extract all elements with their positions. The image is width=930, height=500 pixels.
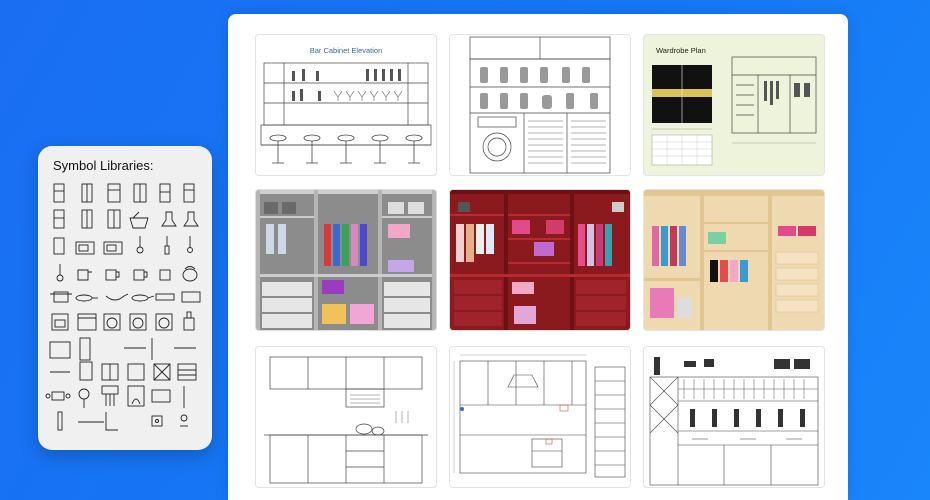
ladle-icon[interactable]: [136, 236, 144, 254]
spoon-icon[interactable]: [56, 264, 64, 282]
kettle-icon[interactable]: [77, 269, 92, 281]
pot-icon[interactable]: [50, 291, 72, 303]
template-red-closet[interactable]: [449, 189, 631, 331]
pan-icon[interactable]: [131, 294, 155, 302]
microwave-icon[interactable]: [75, 241, 95, 255]
dining-set-icon[interactable]: [45, 391, 71, 401]
fridge-icon[interactable]: [183, 183, 195, 203]
pan-icon[interactable]: [75, 294, 98, 302]
template-wardrobe-plan[interactable]: Wardrobe Plan: [643, 34, 825, 176]
outlet-icon[interactable]: [151, 415, 163, 427]
template-kitchen-elevation[interactable]: [255, 346, 437, 488]
fridge-icon[interactable]: [107, 183, 121, 203]
fridge-icon[interactable]: [133, 183, 147, 203]
washing-machine-icon[interactable]: [129, 313, 147, 331]
wok-icon[interactable]: [105, 293, 129, 301]
countertop-icon[interactable]: [49, 341, 71, 359]
stove-icon[interactable]: [153, 363, 171, 381]
range-hood-icon[interactable]: [183, 211, 199, 227]
kettle-icon[interactable]: [182, 266, 198, 282]
wardrobe-plan-title: Wardrobe Plan: [656, 46, 706, 55]
tv-icon[interactable]: [151, 389, 171, 403]
grill-icon[interactable]: [181, 291, 201, 303]
fridge-icon[interactable]: [159, 183, 171, 203]
template-wine-cabinet[interactable]: [643, 346, 825, 488]
faucet-icon[interactable]: [180, 414, 188, 427]
drawer-icon[interactable]: [177, 363, 197, 381]
fridge-icon[interactable]: [81, 209, 93, 229]
washing-machine-icon[interactable]: [103, 313, 121, 331]
l-counter-icon[interactable]: [78, 412, 118, 431]
fireplace-icon[interactable]: [127, 385, 145, 407]
mug-icon[interactable]: [105, 269, 120, 281]
range-hood-icon[interactable]: [161, 211, 177, 227]
mixer-icon[interactable]: [79, 361, 93, 381]
mug-icon[interactable]: [133, 269, 148, 281]
fridge-icon[interactable]: [53, 183, 65, 203]
bar-cabinet-title: Bar Cabinet Elevation: [310, 46, 383, 55]
spatula-icon[interactable]: [164, 236, 170, 255]
blender-icon[interactable]: [53, 237, 65, 255]
rack-icon[interactable]: [101, 385, 119, 406]
cooktop-icon[interactable]: [155, 293, 175, 301]
microwave-icon[interactable]: [103, 241, 123, 255]
basket-icon[interactable]: [129, 211, 149, 229]
panel-icon[interactable]: [79, 337, 91, 361]
fridge-icon[interactable]: [107, 209, 121, 229]
fridge-icon[interactable]: [81, 183, 93, 203]
template-gallery-panel: Bar Cabinet Elevation Wardrobe Plan: [228, 14, 848, 500]
sink-icon[interactable]: [101, 363, 119, 381]
template-laundry-cabinet[interactable]: [449, 34, 631, 176]
template-gray-closet[interactable]: [255, 189, 437, 331]
template-bar-cabinet-elevation[interactable]: Bar Cabinet Elevation: [255, 34, 437, 176]
plant-icon[interactable]: [78, 388, 90, 408]
template-kitchen-dimension-plan[interactable]: [449, 346, 631, 488]
dishwasher-icon[interactable]: [77, 313, 97, 331]
template-wood-closet[interactable]: [643, 189, 825, 331]
fridge-icon[interactable]: [53, 209, 65, 229]
bottle-icon[interactable]: [183, 311, 195, 331]
mug-icon[interactable]: [159, 269, 171, 281]
symbol-grid[interactable]: [38, 146, 212, 450]
oven-icon[interactable]: [51, 313, 69, 331]
sink-icon[interactable]: [127, 363, 145, 381]
symbol-library-panel: Symbol Libraries:: [38, 146, 212, 450]
washing-machine-icon[interactable]: [155, 313, 173, 331]
pillar-icon[interactable]: [57, 411, 63, 431]
spoon-icon[interactable]: [187, 236, 193, 253]
